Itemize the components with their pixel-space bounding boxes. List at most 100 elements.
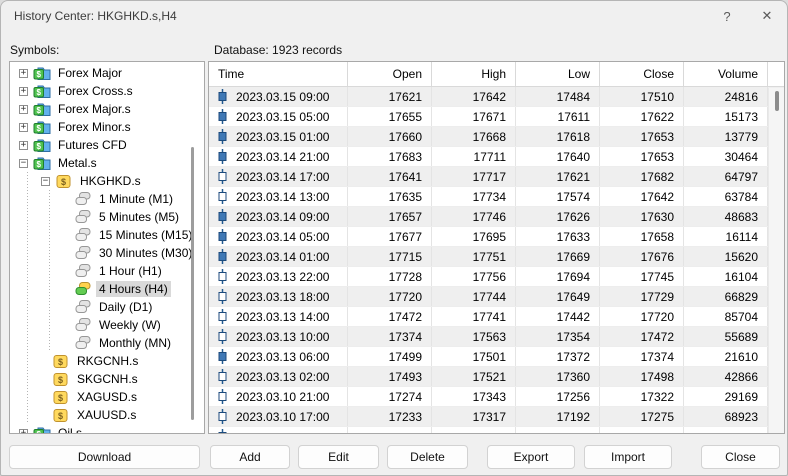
expand-icon[interactable]: + [19, 87, 28, 96]
table-row[interactable]: 2023.03.10 17:00172331731717192172756892… [209, 407, 784, 427]
dollar-icon: $ [51, 407, 70, 423]
table-row[interactable]: 2023.03.13 10:00173741756317354174725568… [209, 327, 784, 347]
tree-item-metal-s[interactable]: −$Metal.s [10, 154, 204, 172]
tree-item-monthly-mn[interactable]: Monthly (MN) [10, 334, 204, 352]
tree-item-hkghkd-s[interactable]: −$HKGHKD.s [10, 172, 204, 190]
cell-close: 17472 [600, 327, 684, 346]
folder-dollar-icon: $ [32, 119, 51, 135]
close-icon[interactable]: ✕ [747, 1, 787, 31]
table-row[interactable]: 2023.03.14 09:00176571774617626176304868… [209, 207, 784, 227]
download-button[interactable]: Download [9, 445, 200, 469]
table-row[interactable]: 2023.03.10 21:00172741734317256173222916… [209, 387, 784, 407]
dollar-icon: $ [51, 389, 70, 405]
tree-item-label: Monthly (MN) [96, 335, 174, 351]
table-row[interactable]: 2023.03.15 09:00176211764217484175102481… [209, 87, 784, 107]
import-button[interactable]: Import [584, 445, 672, 469]
table-row[interactable]: 2023.03.15 05:00176551767117611176221517… [209, 107, 784, 127]
cell-high: 17756 [432, 267, 516, 286]
cell-close: 17676 [600, 247, 684, 266]
tree-item-daily-d1[interactable]: Daily (D1) [10, 298, 204, 316]
cell-open: 17683 [348, 147, 432, 166]
export-button[interactable]: Export [487, 445, 575, 469]
close-button[interactable]: Close [701, 445, 780, 469]
table-row[interactable]: 2023.03.13 06:00174991750117372173742161… [209, 347, 784, 367]
tree-item-weekly-w[interactable]: Weekly (W) [10, 316, 204, 334]
cell-low: 17372 [516, 347, 600, 366]
delete-button[interactable]: Delete [387, 445, 468, 469]
tree-item-forex-major-s[interactable]: +$Forex Major.s [10, 100, 204, 118]
cell-volume: 16104 [684, 267, 768, 286]
tree-item-15-minutes-m15[interactable]: 15 Minutes (M15) [10, 226, 204, 244]
db-icon [73, 263, 92, 279]
tree-item-label: Forex Major [55, 65, 125, 81]
bearish-candle-icon [218, 249, 227, 264]
table-row[interactable]: 2023.03.13 02:00174931752117360174984286… [209, 367, 784, 387]
cell-volume: 48683 [684, 207, 768, 226]
table-row[interactable]: 2023.03.14 21:00176831771117640176533046… [209, 147, 784, 167]
table-row[interactable]: 2023.03.14 13:00176351773417574176426378… [209, 187, 784, 207]
cell-volume: 63784 [684, 187, 768, 206]
tree-item-skgcnh-s[interactable]: $SKGCNH.s [10, 370, 204, 388]
bearish-candle-icon [218, 229, 227, 244]
cell-open: 17493 [348, 367, 432, 386]
dollar-icon: $ [51, 353, 70, 369]
time-value: 2023.03.10 21:00 [236, 390, 329, 404]
table-row[interactable]: 2023.03.14 01:00177151775117669176761562… [209, 247, 784, 267]
tree-scrollbar-thumb[interactable] [191, 147, 194, 420]
tree-item-oil-s[interactable]: +$Oil.s [10, 424, 204, 434]
tree-item-forex-major[interactable]: +$Forex Major [10, 64, 204, 82]
table-scrollbar-track[interactable] [768, 88, 784, 433]
tree-indent-guide [16, 190, 38, 208]
expand-icon[interactable]: + [19, 141, 28, 150]
cell-low: 17640 [516, 147, 600, 166]
table-row[interactable]: 2023.03.13 22:00177281775617694177451610… [209, 267, 784, 287]
table-row[interactable]: 2023.03.13 14:00174721774117442177208570… [209, 307, 784, 327]
cell-volume: 24816 [684, 87, 768, 106]
table-row-partial[interactable] [209, 427, 784, 434]
help-icon[interactable]: ? [707, 1, 747, 31]
tree-item-1-minute-m1[interactable]: 1 Minute (M1) [10, 190, 204, 208]
tree-item-xagusd-s[interactable]: $XAGUSD.s [10, 388, 204, 406]
add-button[interactable]: Add [210, 445, 290, 469]
cell-open: 17233 [348, 407, 432, 426]
cell-high: 17668 [432, 127, 516, 146]
tree-item-label: 4 Hours (H4) [96, 281, 171, 297]
time-value: 2023.03.14 01:00 [236, 250, 329, 264]
cell-volume: 16114 [684, 227, 768, 246]
folder-dollar-icon: $ [32, 83, 51, 99]
edit-button[interactable]: Edit [298, 445, 379, 469]
tree-item-4-hours-h4[interactable]: 4 Hours (H4) [10, 280, 204, 298]
table-row[interactable]: 2023.03.13 18:00177201774417649177296682… [209, 287, 784, 307]
bullish-candle-icon [218, 169, 227, 184]
collapse-icon[interactable]: − [19, 159, 28, 168]
cell-high: 17751 [432, 247, 516, 266]
tree-item-1-hour-h1[interactable]: 1 Hour (H1) [10, 262, 204, 280]
tree-indent-guide [16, 334, 38, 352]
expand-icon[interactable]: + [19, 123, 28, 132]
db-icon [73, 191, 92, 207]
tree-item-rkgcnh-s[interactable]: $RKGCNH.s [10, 352, 204, 370]
cell-time: 2023.03.14 21:00 [209, 147, 348, 166]
cell-time [209, 427, 348, 434]
time-value: 2023.03.13 22:00 [236, 270, 329, 284]
cell-high: 17741 [432, 307, 516, 326]
expand-icon[interactable]: + [19, 69, 28, 78]
expand-icon[interactable]: + [19, 105, 28, 114]
tree-item-5-minutes-m5[interactable]: 5 Minutes (M5) [10, 208, 204, 226]
cell-close: 17720 [600, 307, 684, 326]
tree-item-30-minutes-m30[interactable]: 30 Minutes (M30) [10, 244, 204, 262]
tree-item-futures-cfd[interactable]: +$Futures CFD [10, 136, 204, 154]
table-row[interactable]: 2023.03.14 17:00176411771717621176826479… [209, 167, 784, 187]
tree-item-xauusd-s[interactable]: $XAUUSD.s [10, 406, 204, 424]
table-row[interactable]: 2023.03.14 05:00176771769517633176581611… [209, 227, 784, 247]
tree-item-forex-cross-s[interactable]: +$Forex Cross.s [10, 82, 204, 100]
tree-item-forex-minor-s[interactable]: +$Forex Minor.s [10, 118, 204, 136]
bullish-candle-icon [218, 309, 227, 324]
expand-icon[interactable]: + [19, 429, 28, 435]
collapse-icon[interactable]: − [41, 177, 50, 186]
cell-low: 17574 [516, 187, 600, 206]
table-row[interactable]: 2023.03.15 01:00176601766817618176531377… [209, 127, 784, 147]
table-scrollbar-thumb[interactable] [775, 91, 779, 111]
db-icon [73, 335, 92, 351]
db-icon [73, 317, 92, 333]
